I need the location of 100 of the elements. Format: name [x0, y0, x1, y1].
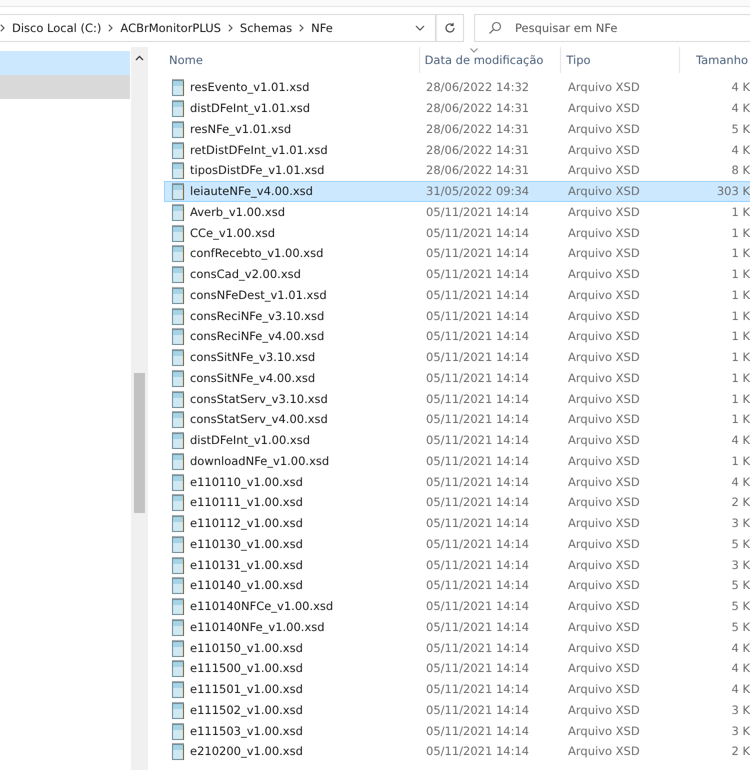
chevron-down-icon[interactable] [415, 25, 425, 31]
file-row[interactable]: CCe_v1.00.xsd 05/11/2021 14:14 Arquivo XSD 1 K [164, 222, 750, 243]
scrollbar-thumb[interactable] [134, 373, 145, 513]
file-size: 5 K [730, 122, 750, 136]
file-row[interactable]: retDistDFeInt_v1.01.xsd 28/06/2022 14:31 Arquivo XSD 4 K [164, 139, 750, 160]
chevron-right-icon [0, 24, 5, 32]
file-row[interactable]: e110111_v1.00.xsd 05/11/2021 14:14 Arquivo XSD 2 K [164, 492, 750, 513]
file-type: Arquivo XSD [567, 184, 641, 198]
file-row[interactable]: resEvento_v1.01.xsd 28/06/2022 14:32 Arquivo XSD 4 K [164, 77, 750, 98]
file-row[interactable]: leiauteNFe_v4.00.xsd 31/05/2022 09:34 Arquivo XSD 303 K [164, 180, 750, 202]
file-row[interactable]: confRecebto_v1.00.xsd 05/11/2021 14:14 Arquivo XSD 1 K [164, 243, 750, 264]
modified-date: 05/11/2021 14:14 [425, 495, 530, 510]
modified-date: 05/11/2021 14:14 [425, 350, 530, 364]
file-type: Arquivo XSD [567, 620, 641, 634]
column-header[interactable]: Tamanho [680, 47, 750, 73]
modified-date: 05/11/2021 14:14 [425, 620, 530, 634]
modified-date: 05/11/2021 14:14 [425, 246, 530, 260]
file-size: 5 K [730, 536, 750, 551]
file-type: Arquivo XSD [567, 682, 641, 696]
file-row[interactable]: distDFeInt_v1.00.xsd 05/11/2021 14:14 Arquivo XSD 4 K [164, 430, 750, 450]
column-header[interactable]: Nome [164, 47, 420, 73]
modified-date: 05/11/2021 14:14 [425, 578, 530, 592]
file-icon [170, 390, 186, 408]
column-header[interactable]: Data de modificação [420, 47, 562, 73]
file-row[interactable]: consSitNFe_v3.10.xsd 05/11/2021 14:14 Arquivo XSD 1 K [164, 346, 750, 368]
file-row[interactable]: e110140NFCe_v1.00.xsd 05/11/2021 14:14 Arquivo XSD 5 K [164, 596, 750, 616]
modified-date: 05/11/2021 14:14 [425, 702, 530, 717]
file-icon [170, 597, 186, 616]
file-row[interactable]: downloadNFe_v1.00.xsd 05/11/2021 14:14 Arquivo XSD 1 K [164, 450, 750, 472]
modified-date: 28/06/2022 14:31 [425, 101, 530, 116]
file-type: Arquivo XSD [567, 122, 641, 136]
file-name: resEvento_v1.01.xsd [190, 80, 310, 94]
file-name: e111503_v1.00.xsd [190, 724, 303, 738]
search-field[interactable]: Pesquisar em NFe [474, 14, 750, 42]
file-row[interactable]: e110131_v1.00.xsd 05/11/2021 14:14 Arquivo XSD 3 K [164, 554, 750, 575]
file-type: Arquivo XSD [567, 142, 641, 157]
file-row[interactable]: e111502_v1.00.xsd 05/11/2021 14:14 Arquivo XSD 3 K [164, 700, 750, 720]
file-name: consReciNFe_v4.00.xsd [190, 329, 324, 344]
scrollbar[interactable] [131, 47, 148, 770]
breadcrumb[interactable]: Schemas [240, 21, 292, 35]
modified-date: 05/11/2021 14:14 [425, 288, 530, 302]
file-name: Averb_v1.00.xsd [190, 204, 286, 219]
file-icon [170, 327, 186, 346]
file-row[interactable]: e111500_v1.00.xsd 05/11/2021 14:14 Arquivo XSD 4 K [164, 658, 750, 679]
file-row[interactable]: e110130_v1.00.xsd 05/11/2021 14:14 Arquivo XSD 5 K [164, 534, 750, 554]
file-icon [170, 244, 186, 262]
file-row[interactable]: tiposDistDFe_v1.01.xsd 28/06/2022 14:31 Arquivo XSD 8 K [164, 160, 750, 181]
file-icon [170, 120, 186, 138]
breadcrumb[interactable]: Disco Local (C:) [12, 21, 102, 35]
file-size: 4 K [730, 474, 750, 489]
breadcrumb[interactable]: NFe [311, 21, 333, 35]
file-icon [170, 410, 186, 428]
file-row[interactable]: distDFeInt_v1.01.xsd 28/06/2022 14:31 Arquivo XSD 4 K [164, 98, 750, 118]
file-row[interactable]: resNFe_v1.01.xsd 28/06/2022 14:31 Arquivo XSD 5 K [164, 118, 750, 140]
modified-date: 05/11/2021 14:14 [425, 412, 530, 426]
file-size: 5 K [730, 620, 750, 634]
file-type: Arquivo XSD [567, 350, 641, 364]
refresh-button[interactable] [436, 14, 464, 42]
column-header[interactable]: Tipo [561, 47, 680, 73]
file-type: Arquivo XSD [567, 101, 641, 116]
file-icon [170, 556, 186, 574]
file-row[interactable]: consCad_v2.00.xsd 05/11/2021 14:14 Arquivo XSD 1 K [164, 264, 750, 284]
file-row[interactable]: Averb_v1.00.xsd 05/11/2021 14:14 Arquivo XSD 1 K [164, 202, 750, 222]
breadcrumb[interactable]: ACBrMonitorPLUS [120, 21, 221, 35]
file-type: Arquivo XSD [567, 163, 641, 178]
file-size: 4 K [730, 80, 750, 94]
scroll-up-icon[interactable] [135, 55, 144, 61]
file-row[interactable]: e110140NFe_v1.00.xsd 05/11/2021 14:14 Arquivo XSD 5 K [164, 616, 750, 638]
modified-date: 05/11/2021 14:14 [425, 454, 530, 468]
file-row[interactable]: e110112_v1.00.xsd 05/11/2021 14:14 Arquivo XSD 3 K [164, 512, 750, 534]
file-row[interactable]: e110110_v1.00.xsd 05/11/2021 14:14 Arquivo XSD 4 K [164, 471, 750, 492]
file-row[interactable]: consStatServ_v3.10.xsd 05/11/2021 14:14 Arquivo XSD 1 K [164, 388, 750, 409]
file-row[interactable]: consNFeDest_v1.01.xsd 05/11/2021 14:14 Arquivo XSD 1 K [164, 284, 750, 306]
file-type: Arquivo XSD [567, 702, 641, 717]
file-row[interactable]: consStatServ_v4.00.xsd 05/11/2021 14:14 Arquivo XSD 1 K [164, 409, 750, 430]
file-row[interactable]: consReciNFe_v4.00.xsd 05/11/2021 14:14 Arquivo XSD 1 K [164, 326, 750, 347]
address-bar[interactable]: Disco Local (C:) ACBrMonitorPLUS Schemas NFe [0, 14, 436, 42]
file-row[interactable]: e110150_v1.00.xsd 05/11/2021 14:14 Arquivo XSD 4 K [164, 637, 750, 658]
file-row[interactable]: e210200_v1.00.xsd 05/11/2021 14:14 Arquivo XSD 2 K [164, 741, 750, 762]
file-row[interactable]: consSitNFe_v4.00.xsd 05/11/2021 14:14 Arquivo XSD 1 K [164, 368, 750, 388]
file-type: Arquivo XSD [567, 288, 641, 302]
file-row[interactable]: consReciNFe_v3.10.xsd 05/11/2021 14:14 Arquivo XSD 1 K [164, 305, 750, 326]
file-type: Arquivo XSD [567, 661, 641, 676]
file-name: e210200_v1.00.xsd [190, 744, 303, 758]
file-name: e110140_v1.00.xsd [190, 578, 303, 592]
chevron-right-icon[interactable] [108, 24, 114, 32]
file-icon [170, 576, 186, 594]
file-type: Arquivo XSD [567, 80, 641, 94]
file-type: Arquivo XSD [567, 640, 641, 655]
file-size: 4 K [730, 640, 750, 655]
chevron-right-icon[interactable] [228, 24, 233, 32]
file-row[interactable]: e111501_v1.00.xsd 05/11/2021 14:14 Arquivo XSD 4 K [164, 678, 750, 700]
chevron-right-icon[interactable] [299, 24, 304, 32]
file-name: consCad_v2.00.xsd [190, 267, 301, 282]
file-icon [170, 224, 186, 242]
file-icon [170, 618, 186, 636]
file-name: e110150_v1.00.xsd [190, 640, 303, 655]
file-size: 2 K [730, 495, 750, 510]
file-row[interactable]: e111503_v1.00.xsd 05/11/2021 14:14 Arquivo XSD 3 K [164, 720, 750, 741]
file-row[interactable]: e110140_v1.00.xsd 05/11/2021 14:14 Arquivo XSD 5 K [164, 575, 750, 596]
